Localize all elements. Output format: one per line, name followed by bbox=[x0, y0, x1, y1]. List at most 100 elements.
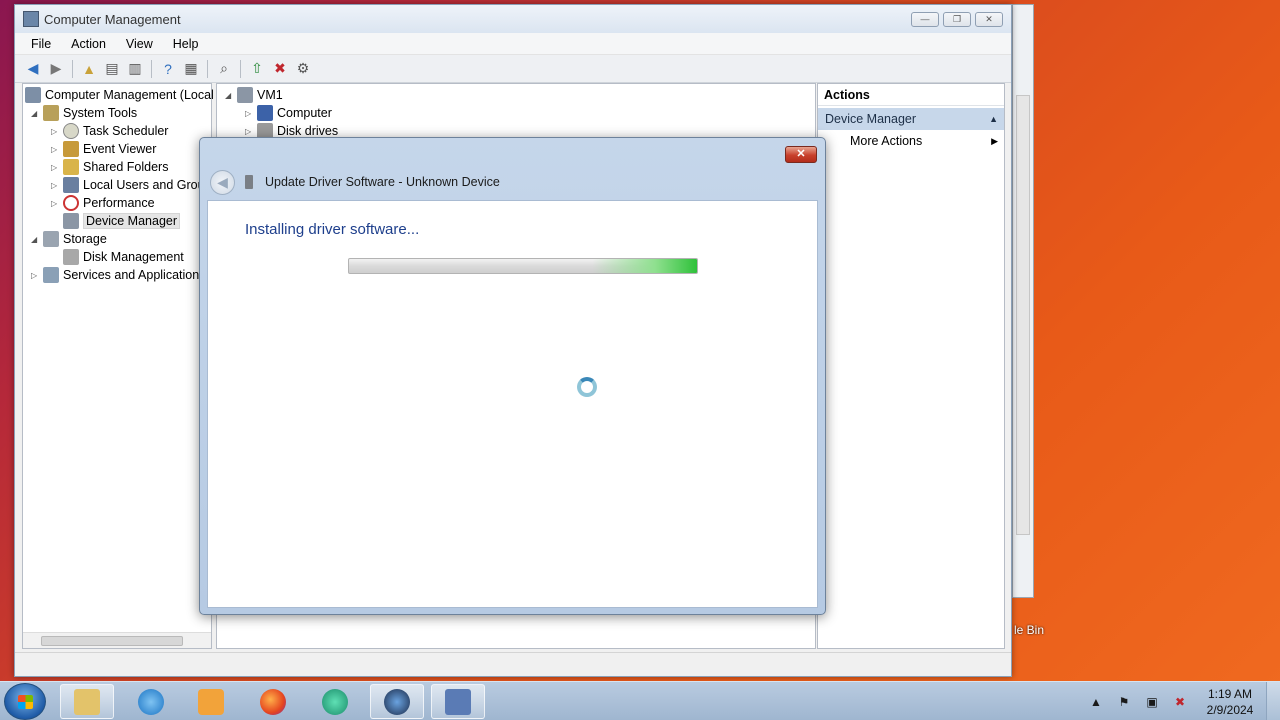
expand-arrow-icon[interactable]: ▷ bbox=[51, 181, 63, 190]
tree-item-disk-management[interactable]: Disk Management bbox=[63, 248, 184, 266]
dialog-close-button[interactable]: ✕ bbox=[785, 146, 817, 163]
tree-item-storage[interactable]: ◢ Storage bbox=[31, 230, 107, 248]
uninstall-icon[interactable]: ✖ bbox=[270, 59, 290, 79]
volume-muted-icon[interactable]: ✖ bbox=[1172, 694, 1188, 710]
menu-file[interactable]: File bbox=[21, 37, 61, 51]
action-center-flag-icon[interactable]: ⚑ bbox=[1116, 694, 1132, 710]
toolbar-divider bbox=[240, 59, 241, 78]
device-label: Computer bbox=[277, 106, 332, 120]
background-scrollbar[interactable] bbox=[1016, 95, 1030, 535]
install-progress-bar bbox=[348, 258, 698, 274]
tree-item-local-users[interactable]: ▷ Local Users and Group bbox=[51, 176, 212, 194]
collapse-arrow-icon[interactable]: ◢ bbox=[31, 109, 43, 118]
network-icon[interactable]: ▣ bbox=[1144, 694, 1160, 710]
tree-label: System Tools bbox=[63, 106, 138, 120]
expand-arrow-icon[interactable]: ▷ bbox=[31, 271, 43, 280]
taskbar-media-player[interactable] bbox=[184, 684, 238, 719]
expand-arrow-icon[interactable]: ▷ bbox=[51, 127, 63, 136]
horizontal-scrollbar[interactable] bbox=[23, 632, 211, 648]
tree-item-root[interactable]: Computer Management (Local bbox=[25, 86, 214, 104]
clock[interactable]: 1:19 AM 2/9/2024 bbox=[1194, 686, 1266, 718]
taskbar-settings-app[interactable] bbox=[370, 684, 424, 719]
close-button[interactable]: ✕ bbox=[975, 12, 1003, 27]
tree-label: Computer Management (Local bbox=[45, 88, 214, 102]
forward-arrow-icon[interactable]: ▶ bbox=[46, 59, 66, 79]
console-tree: Computer Management (Local ◢ System Tool… bbox=[22, 83, 214, 649]
back-button[interactable]: ◀ bbox=[210, 169, 235, 195]
restore-button[interactable]: ❐ bbox=[943, 12, 971, 27]
device-label: VM1 bbox=[257, 88, 283, 102]
tools-icon bbox=[43, 105, 59, 121]
users-icon bbox=[63, 177, 79, 193]
windows-logo-icon bbox=[18, 695, 33, 709]
device-manager-icon bbox=[63, 213, 79, 229]
properties-icon[interactable]: ▥ bbox=[125, 59, 145, 79]
collapse-arrow-icon[interactable]: ◢ bbox=[31, 235, 43, 244]
taskbar-internet-explorer[interactable] bbox=[124, 684, 178, 719]
shared-folder-icon bbox=[63, 159, 79, 175]
folder-icon bbox=[74, 688, 100, 715]
toolbar-divider bbox=[151, 59, 152, 78]
recycle-bin-label[interactable]: le Bin bbox=[1014, 623, 1044, 637]
media-player-icon bbox=[198, 688, 224, 715]
taskbar-computer-management[interactable] bbox=[431, 684, 485, 719]
expand-arrow-icon[interactable]: ▷ bbox=[51, 145, 63, 154]
start-button[interactable] bbox=[4, 683, 46, 720]
tree-item-performance[interactable]: ▷ Performance bbox=[51, 194, 155, 212]
tree-item-device-manager[interactable]: Device Manager bbox=[63, 212, 181, 230]
firefox-icon bbox=[260, 688, 286, 715]
minimize-button[interactable]: — bbox=[911, 12, 939, 27]
collapse-arrow-icon[interactable]: ◢ bbox=[225, 91, 237, 100]
expand-arrow-icon[interactable]: ▷ bbox=[51, 163, 63, 172]
status-bar bbox=[15, 652, 1011, 676]
device-item-vm1[interactable]: ◢ VM1 bbox=[225, 86, 283, 104]
scan-hardware-icon[interactable]: ⌕ bbox=[214, 59, 234, 79]
actions-section-label: Device Manager bbox=[825, 112, 917, 126]
menu-help[interactable]: Help bbox=[163, 37, 209, 51]
back-arrow-icon[interactable]: ◀ bbox=[23, 59, 43, 79]
performance-icon bbox=[63, 195, 79, 211]
menu-action[interactable]: Action bbox=[61, 37, 116, 51]
scrollbar-thumb[interactable] bbox=[41, 636, 183, 646]
expand-arrow-icon[interactable]: ▷ bbox=[51, 199, 63, 208]
system-tray: ▲ ⚑ ▣ ✖ 1:19 AM 2/9/2024 bbox=[1082, 682, 1280, 720]
actions-header: Actions bbox=[818, 84, 1004, 106]
show-tree-icon[interactable]: ▤ bbox=[102, 59, 122, 79]
title-bar[interactable]: Computer Management — ❐ ✕ bbox=[15, 5, 1011, 33]
tree-label: Event Viewer bbox=[83, 142, 157, 156]
up-folder-icon[interactable]: ▲ bbox=[79, 59, 99, 79]
menu-view[interactable]: View bbox=[116, 37, 163, 51]
update-driver-icon[interactable]: ⇧ bbox=[247, 59, 267, 79]
show-hidden-icons-icon[interactable]: ▲ bbox=[1088, 694, 1104, 710]
computer-icon bbox=[25, 87, 41, 103]
actions-section-device-manager[interactable]: Device Manager ▲ bbox=[818, 108, 1004, 130]
update-driver-dialog: ✕ ◀ Update Driver Software - Unknown Dev… bbox=[199, 137, 826, 615]
clock-time: 1:19 AM bbox=[1207, 686, 1253, 701]
expand-arrow-icon[interactable]: ▷ bbox=[245, 109, 257, 118]
taskbar-firefox[interactable] bbox=[246, 684, 300, 719]
tree-item-services[interactable]: ▷ Services and Applications bbox=[31, 266, 205, 284]
tree-item-shared-folders[interactable]: ▷ Shared Folders bbox=[51, 158, 168, 176]
chat-bubble-icon bbox=[322, 688, 348, 715]
computer-management-icon bbox=[445, 688, 471, 715]
collapse-up-icon[interactable]: ▲ bbox=[989, 108, 998, 130]
disk-icon bbox=[63, 249, 79, 265]
more-actions-item[interactable]: More Actions ▶ bbox=[818, 130, 1004, 152]
disable-device-icon[interactable]: ⚙ bbox=[293, 59, 313, 79]
tree-label: Performance bbox=[83, 196, 155, 210]
show-desktop-button[interactable] bbox=[1266, 682, 1280, 720]
tree-item-system-tools[interactable]: ◢ System Tools bbox=[31, 104, 137, 122]
toolbar: ◀ ▶ ▲ ▤ ▥ ? ▦ ⌕ ⇧ ✖ ⚙ bbox=[15, 55, 1011, 83]
expand-arrow-icon[interactable]: ▷ bbox=[245, 127, 257, 136]
help-icon[interactable]: ? bbox=[158, 59, 178, 79]
toolbar-divider bbox=[72, 59, 73, 78]
tree-label: Services and Applications bbox=[63, 268, 206, 282]
tree-item-task-scheduler[interactable]: ▷ Task Scheduler bbox=[51, 122, 168, 140]
window-title: Computer Management bbox=[44, 11, 181, 27]
show-action-pane-icon[interactable]: ▦ bbox=[181, 59, 201, 79]
tree-item-event-viewer[interactable]: ▷ Event Viewer bbox=[51, 140, 156, 158]
taskbar-chat-app[interactable] bbox=[308, 684, 362, 719]
device-item-computer[interactable]: ▷ Computer bbox=[245, 104, 332, 122]
storage-icon bbox=[43, 231, 59, 247]
taskbar-explorer[interactable] bbox=[60, 684, 114, 719]
